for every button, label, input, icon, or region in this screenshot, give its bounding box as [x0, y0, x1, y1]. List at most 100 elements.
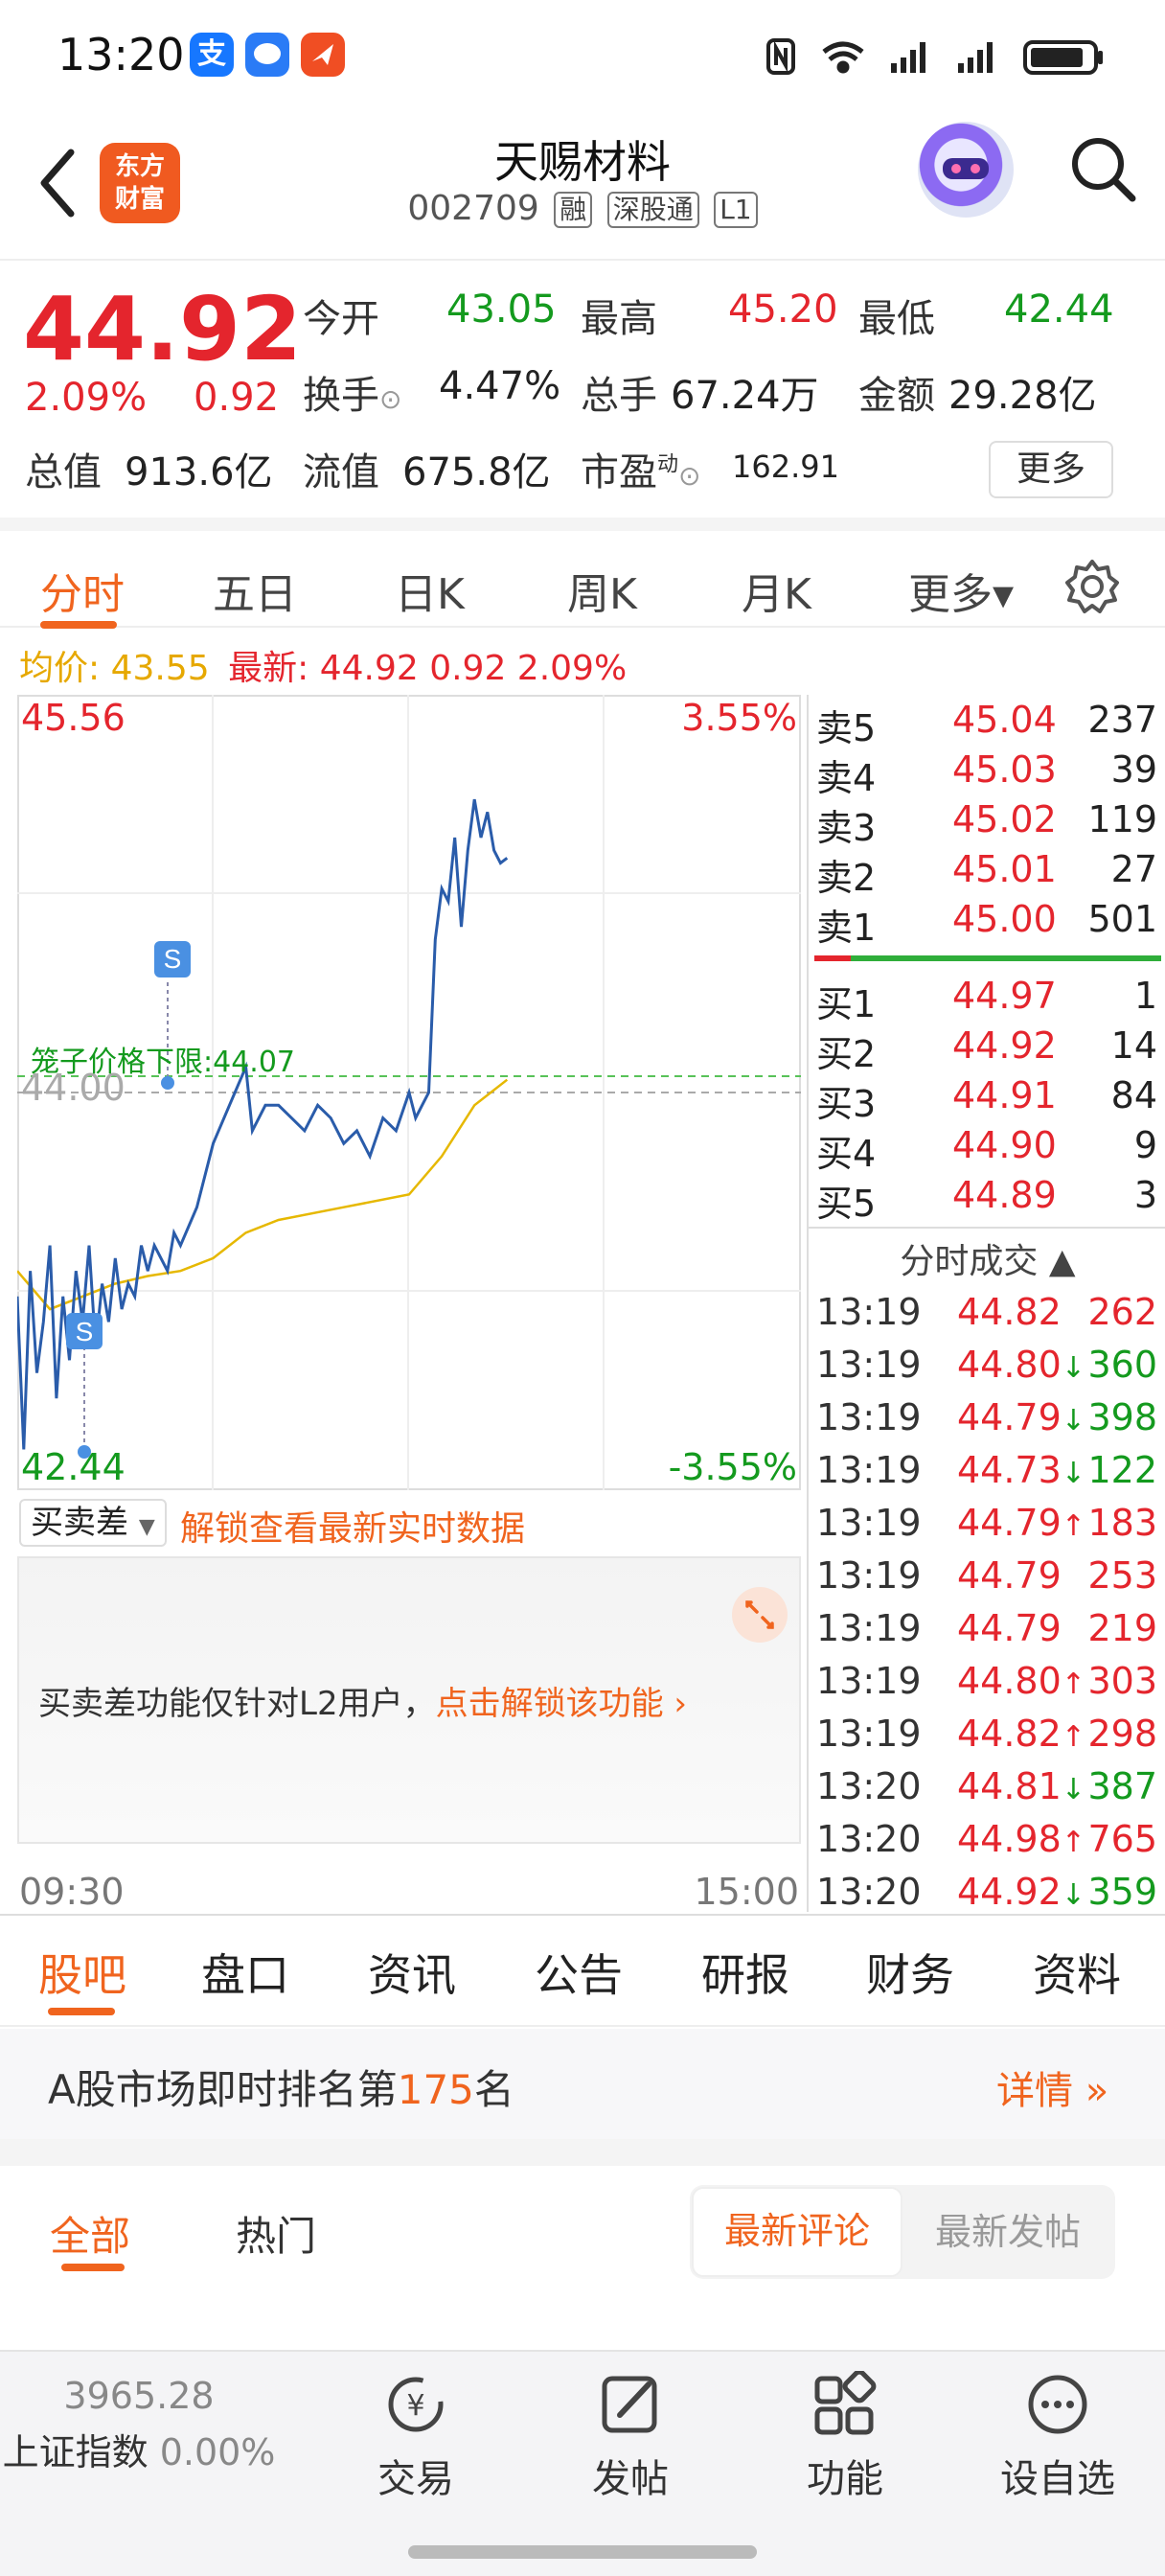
message-icon [245, 33, 289, 77]
nav-functions[interactable]: 功能 [759, 2369, 931, 2503]
signal-icon-2 [958, 42, 993, 73]
settings-gear-icon[interactable] [1063, 558, 1121, 615]
tick-time: 13:19 [816, 1291, 922, 1333]
active-tab-indicator [40, 621, 117, 629]
tick-price: 44.82↑ [957, 1713, 1085, 1755]
rank-bar[interactable]: A股市场即时排名第175名 详情 » [0, 2029, 1165, 2139]
label-open: 今开 [303, 297, 379, 341]
label-amount: 金额 [858, 374, 935, 418]
tick-price: 44.80↓ [957, 1344, 1085, 1386]
buy-row: 买5 44.89 3 [816, 1174, 1157, 1225]
nav-post[interactable]: 发帖 [544, 2371, 717, 2503]
expand-icon[interactable] [732, 1587, 788, 1643]
tick-volume: 122 [1087, 1449, 1157, 1491]
nfc-icon [766, 38, 795, 75]
nav-add-watchlist[interactable]: 设自选 [971, 2371, 1144, 2503]
status-time: 13:20 [57, 29, 185, 80]
tick-volume: 303 [1087, 1660, 1157, 1702]
filter-indicator [61, 2264, 125, 2271]
tab-more[interactable]: 更多▾ [908, 560, 1014, 621]
filter-all[interactable]: 全部 [50, 2204, 130, 2263]
tick-time: 13:19 [816, 1344, 922, 1386]
tick-price: 44.79 [957, 1554, 1062, 1597]
label-float-cap: 流值 [303, 450, 379, 494]
tick-row: 13:19 44.82 262 [809, 1291, 1165, 1344]
more-dots-icon [1028, 2375, 1087, 2434]
tab-weekly-k[interactable]: 周K [567, 560, 637, 621]
tick-volume: 387 [1087, 1765, 1157, 1807]
label-turnover: 换手⊙ [303, 374, 402, 418]
value-volume: 67.24万 [671, 374, 819, 418]
tick-volume: 262 [1087, 1291, 1157, 1333]
buy-row: 买1 44.97 1 [816, 975, 1157, 1025]
more-quote-button[interactable]: 更多 [989, 441, 1113, 498]
header: 东方 财富 天赐材料 002709 融 深股通 L1 [0, 110, 1165, 259]
svg-text:S: S [164, 944, 182, 974]
price-line [17, 798, 509, 1450]
home-indicator[interactable] [408, 2545, 757, 2559]
tick-row: 13:20 44.81↓ 387 [809, 1765, 1165, 1818]
latest-label: 最新: [228, 649, 309, 688]
label-volume: 总手 [581, 374, 657, 418]
quote-panel: 44.92 2.09% 0.92 今开 43.05 最高 45.20 最低 42… [0, 259, 1165, 518]
tick-volume: 219 [1087, 1607, 1157, 1649]
y-top-percent: 3.55% [681, 697, 797, 739]
sort-latest-post[interactable]: 最新发帖 [902, 2187, 1113, 2277]
tab-daily-k[interactable]: 日K [395, 560, 465, 621]
content-tabs: 股吧 盘口 资讯 公告 研报 财务 资料 [0, 1914, 1165, 2027]
tick-volume: 253 [1087, 1554, 1157, 1597]
tab-monthly-k[interactable]: 月K [742, 560, 811, 621]
indicator-dropdown[interactable]: 买卖差 ▼ [19, 1499, 167, 1547]
tab-financials[interactable]: 财务 [866, 1941, 954, 2004]
tick-price: 44.79↓ [957, 1396, 1085, 1438]
status-bar: 13:20 支 [0, 0, 1165, 110]
tab-order-flow[interactable]: 盘口 [201, 1941, 289, 2004]
index-ticker[interactable]: 3965.28 上证指数 0.00% [0, 2375, 278, 2475]
filter-hot[interactable]: 热门 [236, 2204, 316, 2263]
sell-row: 卖4 45.03 39 [816, 748, 1157, 799]
tick-price: 44.82 [957, 1291, 1062, 1333]
value-float-cap: 675.8亿 [402, 450, 551, 494]
tab-announcements[interactable]: 公告 [535, 1941, 623, 2004]
trade-marker-2: S [66, 1313, 103, 1459]
tick-time: 13:19 [816, 1396, 922, 1438]
system-status-icons [766, 38, 1103, 75]
tick-row: 13:19 44.80↓ 360 [809, 1344, 1165, 1396]
unlock-realtime-link[interactable]: 解锁查看最新实时数据 [180, 1501, 525, 1551]
assistant-avatar[interactable] [918, 122, 1014, 218]
tab-research[interactable]: 研报 [701, 1941, 789, 2004]
intraday-chart[interactable]: S S 45.56 3.55% 44.00 笼子价格下限:44.07 42.44… [17, 695, 801, 1490]
tab-profile[interactable]: 资料 [1033, 1941, 1121, 2004]
tick-volume: 298 [1087, 1713, 1157, 1755]
tick-price: 44.92↓ [957, 1871, 1085, 1913]
avg-value: 43.55 [110, 649, 210, 688]
ticks-title[interactable]: 分时成交 ▲ [809, 1233, 1165, 1283]
value-turnover: 4.47% [439, 364, 561, 408]
tick-time: 13:19 [816, 1713, 922, 1755]
sort-latest-comment[interactable]: 最新评论 [692, 2187, 902, 2277]
label-low: 最低 [858, 297, 935, 341]
value-low: 42.44 [1004, 288, 1114, 332]
tab-intraday[interactable]: 分时 [40, 560, 125, 621]
tab-five-day[interactable]: 五日 [213, 560, 297, 621]
forum-filter: 全部 热门 最新评论 最新发帖 [0, 2139, 1165, 2392]
wifi-icon [822, 41, 864, 74]
index-line: 上证指数 0.00% [2, 2431, 276, 2473]
rank-detail-link[interactable]: 详情 » [996, 2059, 1108, 2115]
tab-news[interactable]: 资讯 [368, 1941, 456, 2004]
tick-price: 44.80↑ [957, 1660, 1085, 1702]
value-high: 45.20 [728, 288, 838, 332]
tick-row: 13:19 44.73↓ 122 [809, 1449, 1165, 1502]
tick-volume: 765 [1087, 1818, 1157, 1860]
buy-row: 买4 44.90 9 [816, 1124, 1157, 1175]
nav-trade[interactable]: ¥ 交易 [330, 2371, 502, 2503]
sell-row: 卖1 45.00 501 [816, 898, 1157, 949]
stock-code: 002709 [407, 189, 539, 228]
search-icon[interactable] [1065, 131, 1142, 208]
unlock-feature-link[interactable]: 点击解锁该功能 › [436, 1685, 687, 1723]
buy-row: 买2 44.92 14 [816, 1024, 1157, 1075]
battery-icon [1023, 40, 1103, 75]
latest-value: 44.92 0.92 2.09% [319, 649, 628, 688]
tick-volume: 398 [1087, 1396, 1157, 1438]
tab-forum[interactable]: 股吧 [38, 1941, 126, 2004]
